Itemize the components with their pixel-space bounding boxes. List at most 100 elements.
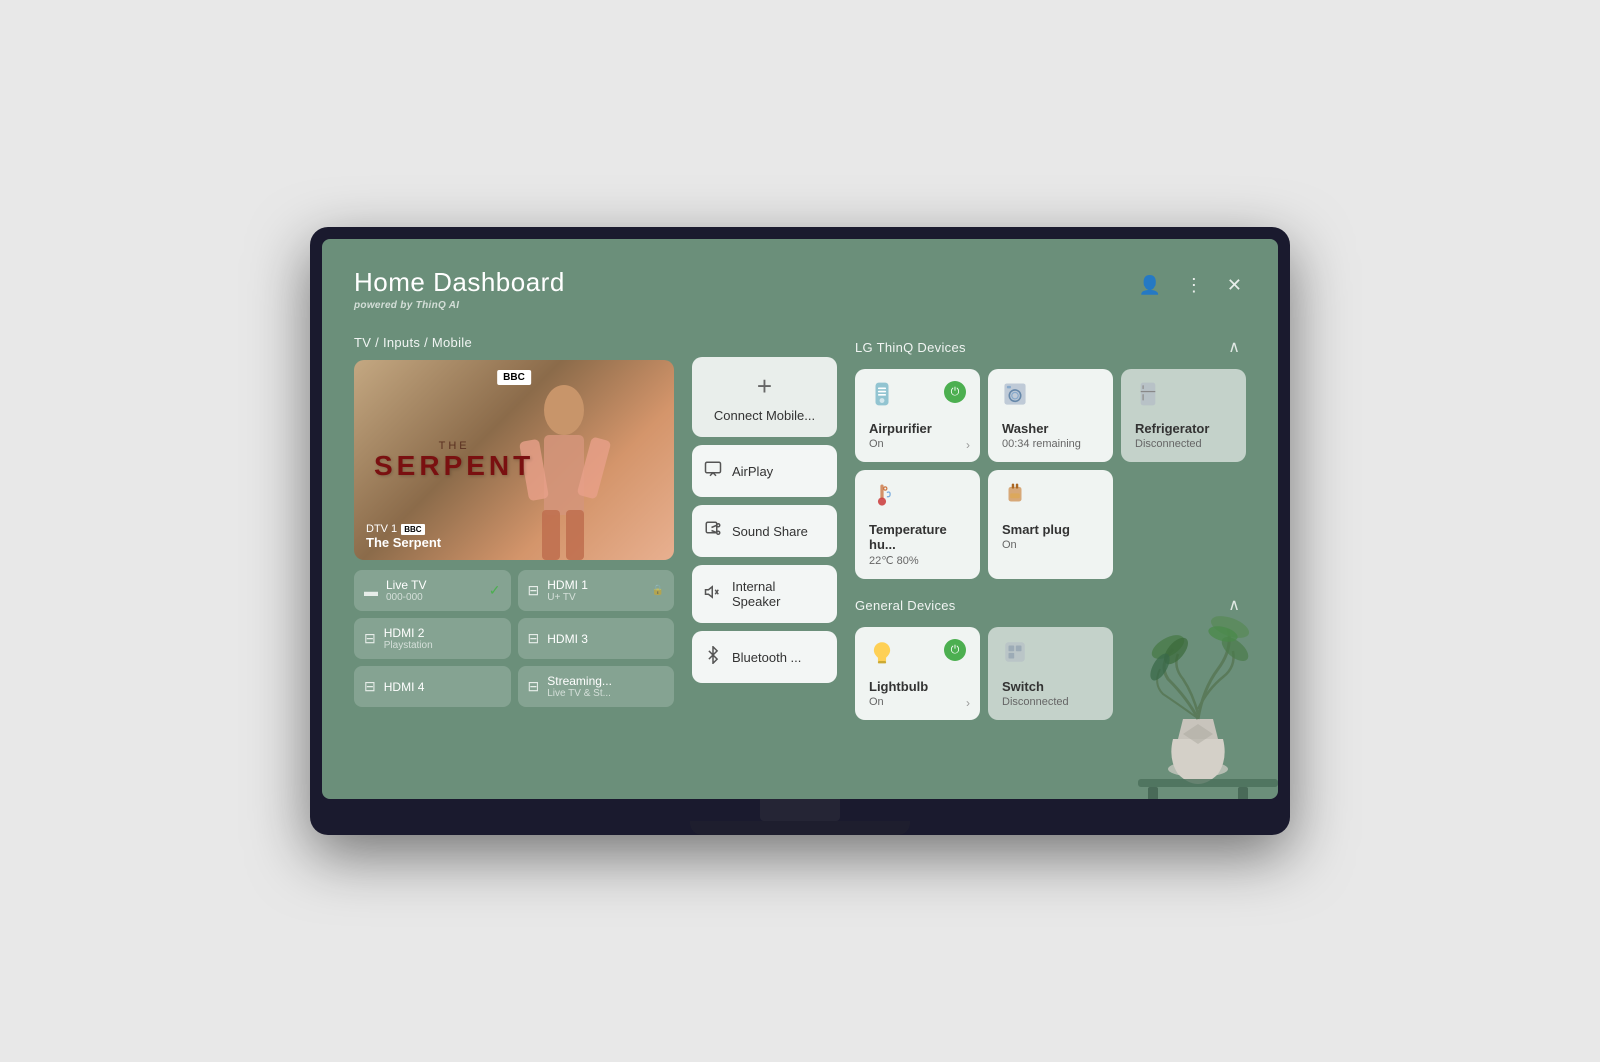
tv-inputs-section-label: TV / Inputs / Mobile <box>354 335 674 350</box>
washer-icon <box>1002 381 1028 413</box>
lightbulb-chevron: › <box>966 696 970 710</box>
temperature-name: Temperature hu... <box>869 522 966 552</box>
thinq-devices-grid: ⏻ Airpurifier On › <box>855 369 1246 579</box>
lock-icon: 🔒 <box>652 585 664 596</box>
smartplug-name: Smart plug <box>1002 522 1099 537</box>
header-icons: 👤 ⋮ ✕ <box>1134 271 1246 300</box>
device-card-airpurifier[interactable]: ⏻ Airpurifier On › <box>855 369 980 462</box>
connect-plus-icon: + <box>757 371 772 402</box>
input-hdmi1-info: HDMI 1 U+ TV <box>547 578 588 603</box>
tv-stand <box>322 799 1278 835</box>
input-live-tv-info: Live TV 000-000 <box>386 578 426 603</box>
internal-speaker-icon <box>704 583 722 606</box>
channel-info: DTV 1 BBC The Serpent <box>366 523 441 550</box>
middle-panel: + Connect Mobile... AirPlay <box>692 357 837 734</box>
internal-speaker-label: Internal Speaker <box>732 579 825 609</box>
input-hdmi2-info: HDMI 2 Playstation <box>384 626 433 651</box>
airplay-icon <box>704 460 722 483</box>
tv-outer: Home Dashboard powered by ThinQ AI 👤 ⋮ ✕… <box>310 227 1290 835</box>
more-options-button[interactable]: ⋮ <box>1181 271 1207 300</box>
inputs-grid: ▬ Live TV 000-000 ✓ ⊟ HDMI 1 U+ TV <box>354 570 674 707</box>
connect-mobile-label: Connect Mobile... <box>714 408 815 423</box>
streaming-icon: ⊟ <box>528 678 540 695</box>
input-streaming[interactable]: ⊟ Streaming... Live TV & St... <box>518 666 675 707</box>
main-content: TV / Inputs / Mobile <box>354 335 1246 734</box>
live-tv-icon: ▬ <box>364 583 378 599</box>
bluetooth-label: Bluetooth ... <box>732 650 801 665</box>
temperature-icon <box>869 482 895 514</box>
device-card-smartplug[interactable]: Smart plug On <box>988 470 1113 579</box>
internal-speaker-button[interactable]: Internal Speaker <box>692 565 837 623</box>
close-button[interactable]: ✕ <box>1223 271 1246 300</box>
right-panel: LG ThinQ Devices ∧ <box>855 335 1246 734</box>
input-hdmi4-info: HDMI 4 <box>384 680 425 694</box>
thinq-section-label: LG ThinQ Devices <box>855 340 966 355</box>
lightbulb-status: On <box>869 696 966 708</box>
input-hdmi4[interactable]: ⊟ HDMI 4 <box>354 666 511 707</box>
lightbulb-power-icon: ⏻ <box>944 639 966 661</box>
general-section-header: General Devices ∧ <box>855 593 1246 617</box>
temperature-status: 22℃ 80% <box>869 554 966 567</box>
general-section: General Devices ∧ <box>855 593 1246 720</box>
airpurifier-power-icon: ⏻ <box>944 381 966 403</box>
device-card-washer[interactable]: Washer 00:34 remaining <box>988 369 1113 462</box>
switch-status: Disconnected <box>1002 696 1099 708</box>
connect-mobile-button[interactable]: + Connect Mobile... <box>692 357 837 437</box>
page-title: Home Dashboard <box>354 267 565 298</box>
powered-by: powered by ThinQ AI <box>354 300 565 311</box>
airplay-label: AirPlay <box>732 464 773 479</box>
washer-status: 00:34 remaining <box>1002 438 1099 450</box>
thinq-section: LG ThinQ Devices ∧ <box>855 335 1246 579</box>
washer-name: Washer <box>1002 421 1099 436</box>
user-icon-button[interactable]: 👤 <box>1134 271 1164 300</box>
thinq-collapse-button[interactable]: ∧ <box>1222 335 1246 359</box>
input-live-tv[interactable]: ▬ Live TV 000-000 ✓ <box>354 570 511 611</box>
sound-share-label: Sound Share <box>732 524 808 539</box>
airpurifier-name: Airpurifier <box>869 421 966 436</box>
header: Home Dashboard powered by ThinQ AI 👤 ⋮ ✕ <box>354 267 1246 311</box>
sound-share-button[interactable]: Sound Share <box>692 505 837 557</box>
airpurifier-status: On <box>869 438 966 450</box>
airplay-button[interactable]: AirPlay <box>692 445 837 497</box>
channel-number: DTV 1 BBC <box>366 523 441 535</box>
tv-screen: Home Dashboard powered by ThinQ AI 👤 ⋮ ✕… <box>322 239 1278 799</box>
bluetooth-button[interactable]: Bluetooth ... <box>692 631 837 683</box>
device-card-switch[interactable]: Switch Disconnected <box>988 627 1113 720</box>
input-hdmi3-info: HDMI 3 <box>547 632 588 646</box>
sound-share-icon <box>704 520 722 543</box>
refrigerator-status: Disconnected <box>1135 438 1232 450</box>
tv-neck <box>760 799 840 821</box>
header-title-area: Home Dashboard powered by ThinQ AI <box>354 267 565 311</box>
device-card-lightbulb[interactable]: ⏻ Lightbulb On › <box>855 627 980 720</box>
switch-name: Switch <box>1002 679 1099 694</box>
tv-preview[interactable]: THE SERPENT BBC DTV 1 BBC The Serpent <box>354 360 674 560</box>
input-hdmi3[interactable]: ⊟ HDMI 3 <box>518 618 675 659</box>
input-streaming-info: Streaming... Live TV & St... <box>547 674 612 699</box>
input-hdmi2[interactable]: ⊟ HDMI 2 Playstation <box>354 618 511 659</box>
airpurifier-icon <box>869 381 895 413</box>
bluetooth-icon <box>704 646 722 669</box>
lightbulb-name: Lightbulb <box>869 679 966 694</box>
left-panel: TV / Inputs / Mobile <box>354 335 674 734</box>
show-text: THE SERPENT <box>374 440 534 480</box>
tv-base <box>690 821 910 835</box>
refrigerator-name: Refrigerator <box>1135 421 1232 436</box>
bbc-badge-bottom: BBC <box>401 524 424 535</box>
hdmi2-icon: ⊟ <box>364 630 376 647</box>
switch-icon <box>1002 639 1028 671</box>
smartplug-status: On <box>1002 539 1099 551</box>
airpurifier-chevron: › <box>966 438 970 452</box>
smartplug-icon <box>1002 482 1028 514</box>
device-card-refrigerator[interactable]: Refrigerator Disconnected <box>1121 369 1246 462</box>
general-section-label: General Devices <box>855 598 956 613</box>
hdmi4-icon: ⊟ <box>364 678 376 695</box>
dashboard: Home Dashboard powered by ThinQ AI 👤 ⋮ ✕… <box>322 239 1278 799</box>
general-collapse-button[interactable]: ∧ <box>1222 593 1246 617</box>
input-hdmi1[interactable]: ⊟ HDMI 1 U+ TV 🔒 <box>518 570 675 611</box>
active-check-icon: ✓ <box>489 582 501 599</box>
hdmi1-icon: ⊟ <box>528 582 540 599</box>
refrigerator-icon <box>1135 381 1161 413</box>
device-card-temperature[interactable]: Temperature hu... 22℃ 80% <box>855 470 980 579</box>
thinq-section-header: LG ThinQ Devices ∧ <box>855 335 1246 359</box>
lightbulb-icon <box>869 639 895 671</box>
